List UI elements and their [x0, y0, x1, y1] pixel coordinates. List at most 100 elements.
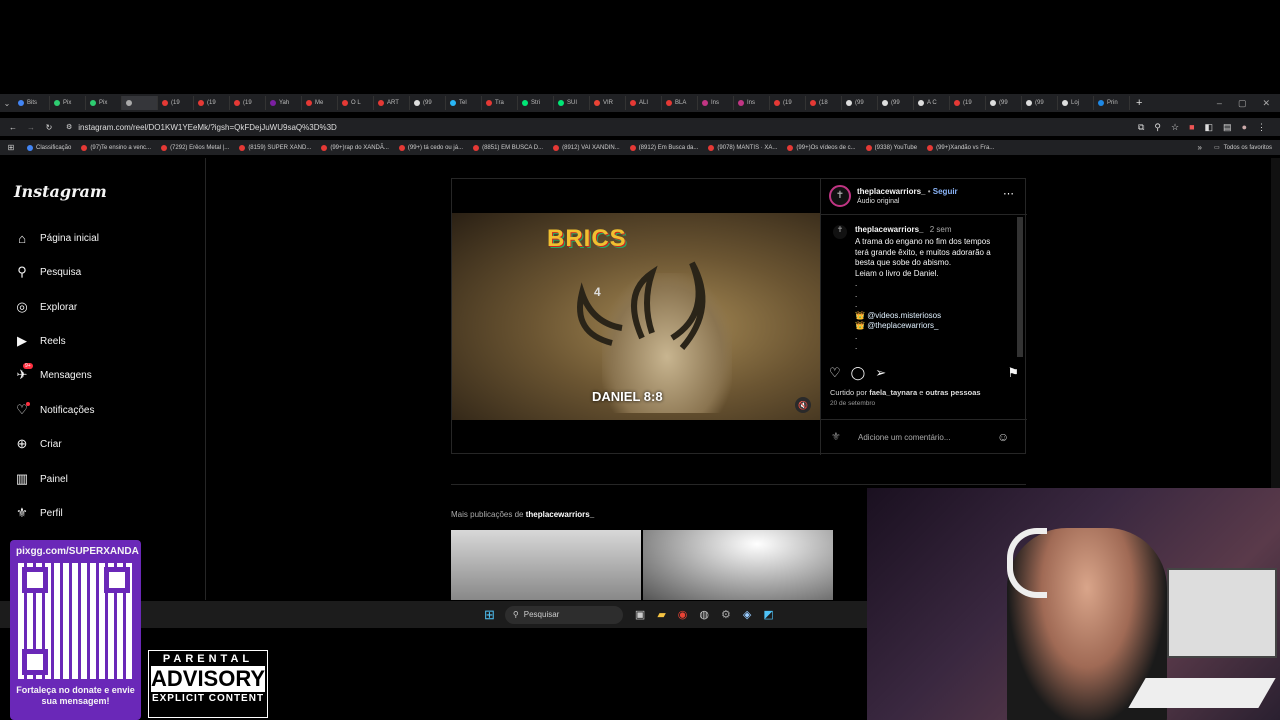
browser-tab[interactable]: Loj — [1058, 96, 1094, 110]
comment-username[interactable]: theplacewarriors_ — [855, 225, 923, 234]
sidebar-item-home[interactable]: ⌂ Página inicial — [14, 230, 99, 246]
bookmark-item[interactable]: (99+)rap do XANDÃ... — [316, 144, 394, 151]
maximize-icon[interactable]: ▢ — [1238, 98, 1247, 109]
browser-tab[interactable]: Tra — [482, 96, 518, 110]
browser-tab[interactable]: Pix — [50, 96, 86, 110]
browser-tab[interactable]: ART — [374, 96, 410, 110]
liked-others[interactable]: outras pessoas — [926, 388, 981, 397]
url-text[interactable]: instagram.com/reel/DO1KW1YEeMk/?igsh=QkF… — [78, 123, 337, 132]
more-posts-user[interactable]: theplacewarriors_ — [526, 510, 594, 519]
browser-tab[interactable]: Stri — [518, 96, 554, 110]
browser-tab[interactable]: Tel — [446, 96, 482, 110]
like-icon[interactable]: ♡ — [829, 365, 841, 381]
comment-avatar[interactable]: ✝ — [833, 225, 847, 239]
browser-tab[interactable]: (99 — [842, 96, 878, 110]
browser-tab[interactable]: (19 — [770, 96, 806, 110]
browser-tab[interactable]: Yah — [266, 96, 302, 110]
sidebar-item-reels[interactable]: ▶ Reels — [14, 333, 66, 349]
follow-button[interactable]: Seguir — [933, 187, 958, 196]
save-icon[interactable]: ⚑ — [1007, 365, 1019, 381]
browser-tab[interactable]: Ins — [698, 96, 734, 110]
browser-tab[interactable]: SUI — [554, 96, 590, 110]
site-info-icon[interactable]: ⚙ — [66, 123, 72, 131]
browser-tab[interactable]: (19 — [950, 96, 986, 110]
sidebar-item-messages[interactable]: ✈ 9+ Mensagens — [14, 363, 92, 383]
new-tab-button[interactable]: + — [1136, 97, 1142, 109]
close-window-icon[interactable]: ✕ — [1262, 98, 1270, 109]
instagram-logo[interactable]: Instagram — [14, 182, 107, 201]
sidebar-item-notifications[interactable]: ♡ Notificações — [14, 402, 94, 418]
bookmark-item[interactable]: (99+) tá cedo ou já... — [394, 144, 468, 151]
bookmark-item[interactable]: (7292) Erêos Metal |... — [156, 144, 234, 151]
more-post-thumb[interactable] — [643, 530, 833, 600]
browser-tab[interactable]: A C — [914, 96, 950, 110]
emoji-icon[interactable]: ☺ — [997, 430, 1009, 444]
bookmark-item[interactable]: (99+)Os vídeos de c... — [782, 144, 860, 151]
sidebar-item-profile[interactable]: ⚜ Perfil — [14, 505, 63, 521]
bookmark-item[interactable]: (8912) VAI XANDIN... — [548, 144, 625, 151]
file-explorer-icon[interactable]: ▰ — [657, 608, 665, 621]
browser-tab[interactable]: Ins — [734, 96, 770, 110]
bookmark-item[interactable]: (9078) MANTIS · XA... — [703, 144, 782, 151]
browser-tab[interactable]: (19 — [230, 96, 266, 110]
browser-tab[interactable]: (99 — [1022, 96, 1058, 110]
browser-tab[interactable]: (19 — [158, 96, 194, 110]
tab-list-menu-icon[interactable]: ⌄ — [0, 99, 14, 108]
bookmark-item[interactable]: (9338) YouTube — [861, 144, 922, 151]
all-bookmarks-folder[interactable]: ▭ Todos os favoritos — [1214, 144, 1272, 152]
share-icon[interactable]: ➢ — [875, 365, 886, 381]
forward-icon[interactable]: → — [22, 123, 40, 132]
menu-kebab-icon[interactable]: ⋮ — [1257, 122, 1266, 133]
mention-link[interactable]: 👑 @videos.misteriosos — [855, 311, 1013, 322]
liked-user[interactable]: faela_taynara — [869, 388, 917, 397]
browser-tab[interactable]: VIR — [590, 96, 626, 110]
comments-scrollbar[interactable] — [1017, 217, 1023, 357]
mute-icon[interactable]: 🔇 — [795, 397, 811, 413]
sidebar-item-search[interactable]: ⚲ Pesquisa — [14, 264, 81, 280]
avatar[interactable]: ✝ — [829, 185, 851, 207]
browser-tab[interactable]: ALI — [626, 96, 662, 110]
taskbar-search[interactable]: ⚲ Pesquisar — [504, 605, 623, 624]
browser-tab[interactable]: Me — [302, 96, 338, 110]
browser-tab[interactable]: (99 — [986, 96, 1022, 110]
steam-icon[interactable]: ◈ — [743, 608, 751, 621]
bookmark-item[interactable]: (99+)Xandão vs Fra... — [922, 144, 999, 151]
browser-tab[interactable]: O L — [338, 96, 374, 110]
omnibox[interactable]: ⚙ instagram.com/reel/DO1KW1YEeMk/?igsh=Q… — [58, 119, 1088, 135]
app-icon[interactable]: ◍ — [699, 608, 709, 621]
bookmark-item[interactable]: (97)Te ensino a venc... — [76, 144, 156, 151]
browser-tab[interactable]: (99 — [410, 96, 446, 110]
bookmark-item[interactable]: (8851) EM BUSCA D... — [468, 144, 548, 151]
task-view-icon[interactable]: ▣ — [635, 608, 645, 621]
post-username[interactable]: theplacewarriors_ — [857, 187, 925, 196]
mention-link[interactable]: 👑 @theplacewarriors_ — [855, 321, 1013, 332]
browser-tab[interactable]: (19 — [194, 96, 230, 110]
bookmark-item[interactable]: Classificação — [22, 144, 76, 151]
browser-tab[interactable] — [122, 96, 158, 110]
bookmark-item[interactable]: (8159) SUPER XAND... — [234, 144, 316, 151]
install-icon[interactable]: ⧉ — [1138, 122, 1144, 133]
start-icon[interactable]: ⊞ — [484, 607, 495, 623]
audio-label[interactable]: Áudio original — [857, 198, 899, 205]
sidebar-item-create[interactable]: ⊕ Criar — [14, 436, 62, 452]
browser-tab[interactable]: Bits — [14, 96, 50, 110]
sidebar-icon[interactable]: ▤ — [1223, 122, 1232, 133]
sidebar-item-explore[interactable]: ◎ Explorar — [14, 299, 77, 315]
minimize-icon[interactable]: – — [1217, 98, 1222, 109]
comment-icon[interactable]: ◯ — [851, 365, 866, 381]
sidebar-item-dashboard[interactable]: ▥ Painel — [14, 471, 68, 487]
bookmark-star-icon[interactable]: ☆ — [1171, 122, 1179, 133]
reload-icon[interactable]: ↻ — [40, 123, 58, 132]
apps-grid-icon[interactable]: ⊞ — [0, 143, 22, 152]
browser-tab[interactable]: (18 — [806, 96, 842, 110]
browser-tab[interactable]: BLA — [662, 96, 698, 110]
extensions-puzzle-icon[interactable]: ◧ — [1205, 122, 1214, 133]
reel-video[interactable]: BRICS 4 DANIEL 8:8 🔇 — [452, 213, 820, 420]
back-icon[interactable]: ← — [4, 123, 22, 132]
zoom-icon[interactable]: ⚲ — [1154, 122, 1161, 133]
settings-icon[interactable]: ⚙ — [721, 608, 731, 621]
comment-input[interactable]: Adicione um comentário... — [858, 433, 951, 442]
browser-tab[interactable]: Pix — [86, 96, 122, 110]
chrome-icon[interactable]: ◉ — [678, 608, 688, 621]
profile-avatar-icon[interactable]: ● — [1242, 122, 1247, 133]
